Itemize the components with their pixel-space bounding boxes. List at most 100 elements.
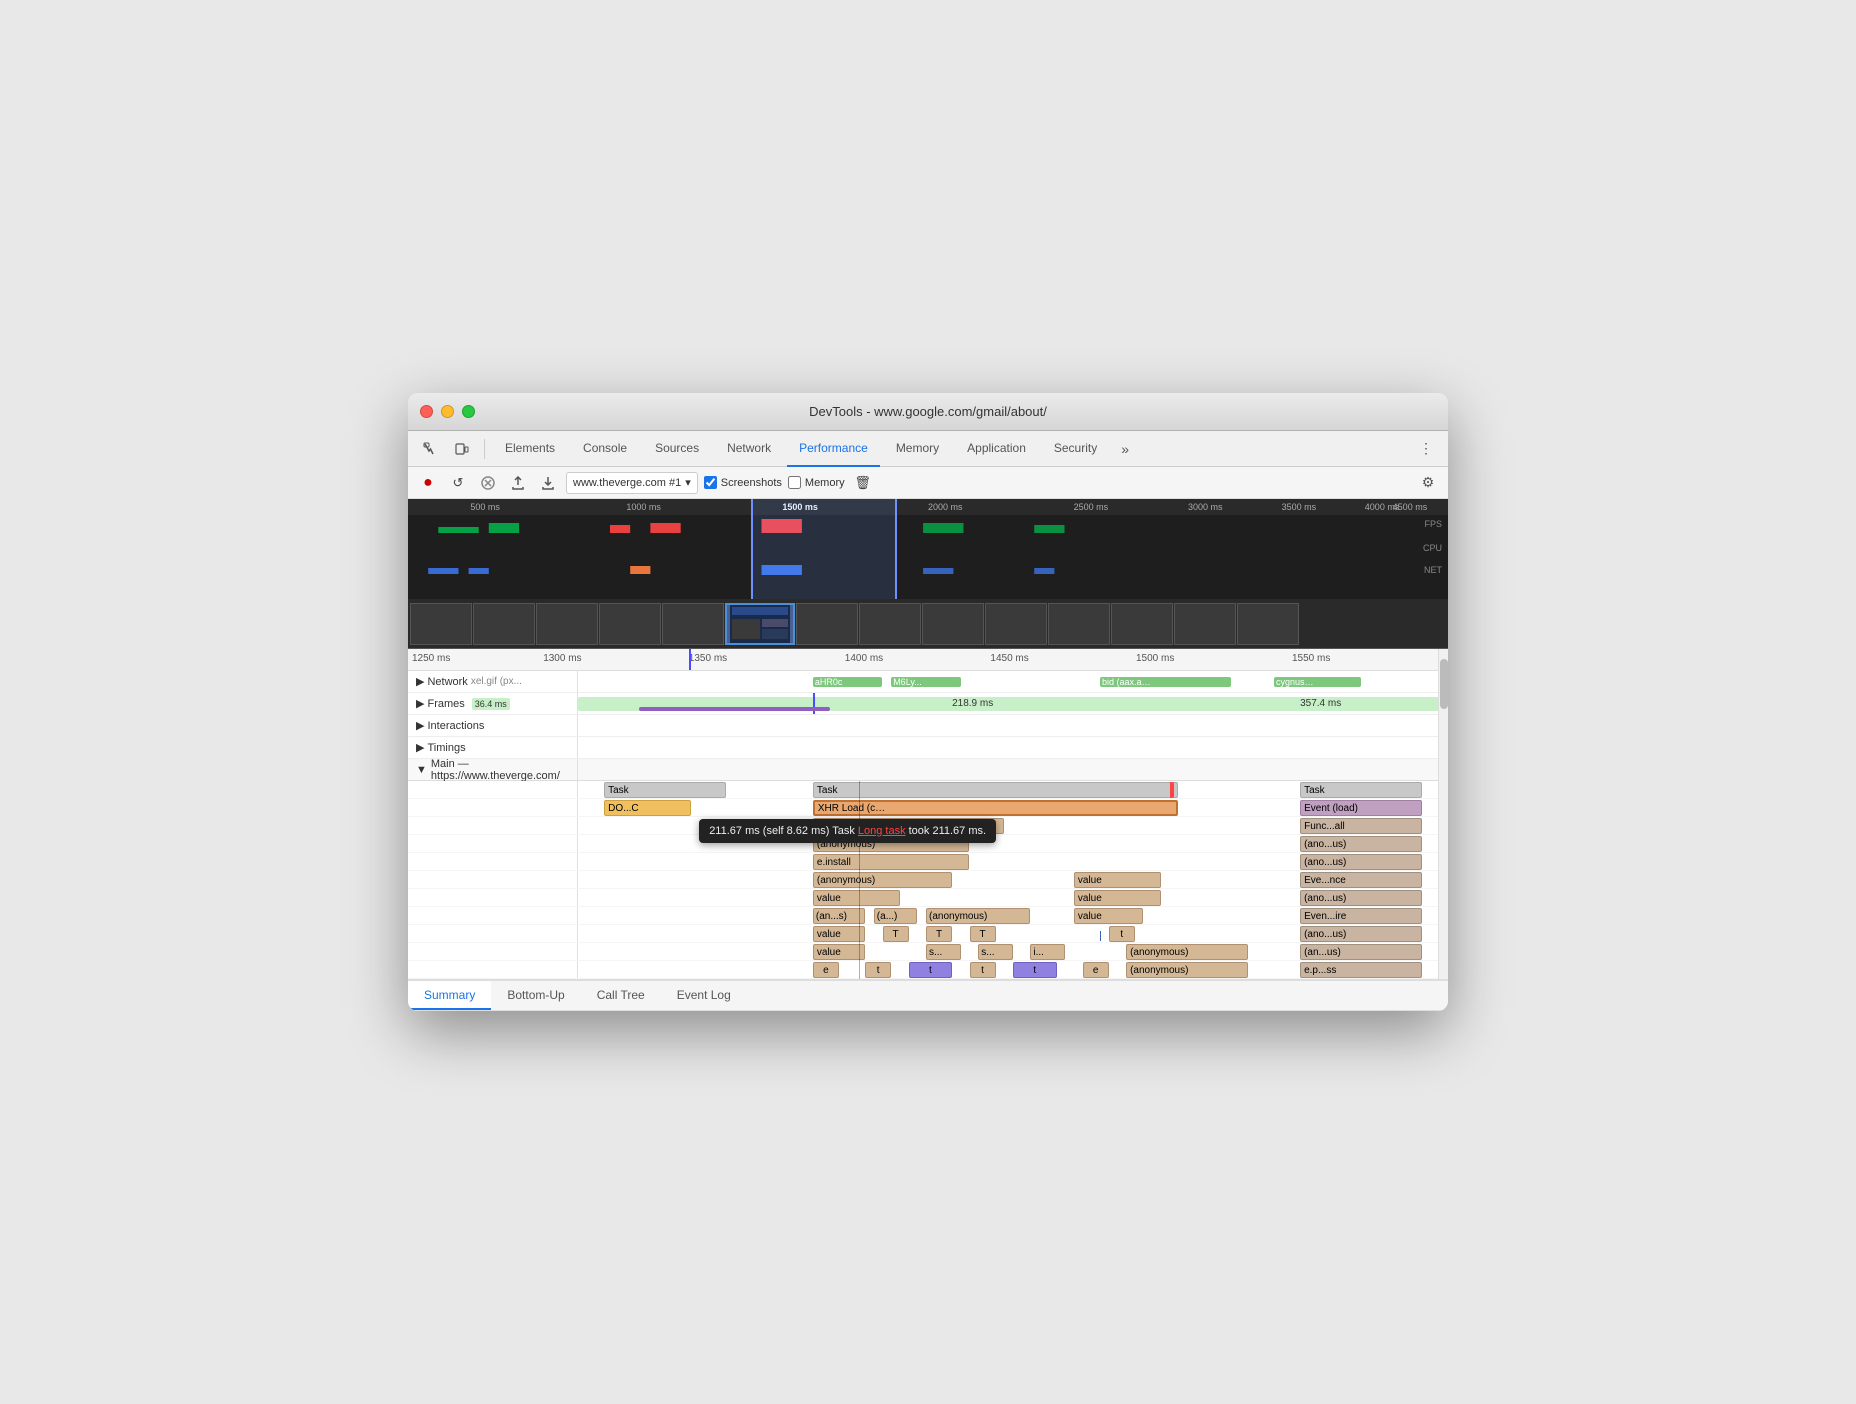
frames-expand-icon[interactable]: ▶	[416, 697, 424, 710]
tab-memory[interactable]: Memory	[884, 431, 951, 467]
flame-event-load[interactable]: Event (load)	[1300, 800, 1422, 816]
flame-value-7a[interactable]: value	[813, 890, 900, 906]
clear-button[interactable]	[476, 471, 500, 495]
tab-event-log[interactable]: Event Log	[661, 981, 747, 1010]
devtools-menu-button[interactable]: ⋮	[1412, 435, 1440, 463]
flame-value-9[interactable]: value	[813, 926, 865, 942]
flame-T-9a[interactable]: T	[883, 926, 909, 942]
screenshot-thumb[interactable]	[662, 603, 724, 645]
screenshot-thumb[interactable]	[922, 603, 984, 645]
tab-summary[interactable]: Summary	[408, 981, 491, 1010]
tab-elements[interactable]: Elements	[493, 431, 567, 467]
flame-epss[interactable]: e.p...ss	[1300, 962, 1422, 978]
maximize-button[interactable]	[462, 405, 475, 418]
screenshot-thumb-highlighted[interactable]	[725, 603, 795, 645]
flame-einstall[interactable]: e.install	[813, 854, 970, 870]
screenshot-thumb[interactable]	[859, 603, 921, 645]
flame-doc[interactable]: DO...C	[604, 800, 691, 816]
settings-button[interactable]: ⚙	[1416, 471, 1440, 495]
screenshot-thumb[interactable]	[796, 603, 858, 645]
network-entry-bid[interactable]: bid (aax.a…	[1100, 677, 1231, 687]
network-entry-cygnus[interactable]: cygnus…	[1274, 677, 1361, 687]
tab-console[interactable]: Console	[571, 431, 639, 467]
flame-s-10b[interactable]: s...	[978, 944, 1013, 960]
flame-e-11b[interactable]: e	[1083, 962, 1109, 978]
reload-record-button[interactable]: ↺	[446, 471, 470, 495]
tooltip-long-task[interactable]: Long task	[858, 825, 906, 837]
main-expand-icon[interactable]: ▼	[416, 764, 427, 776]
interactions-row-content	[578, 715, 1448, 736]
flame-xhr-load[interactable]: XHR Load (c…	[813, 800, 1178, 816]
screenshot-thumb[interactable]	[599, 603, 661, 645]
delete-recording-button[interactable]: 🗑	[851, 471, 875, 495]
profile-selector[interactable]: www.theverge.com #1 ▾	[566, 472, 698, 494]
tab-application[interactable]: Application	[955, 431, 1038, 467]
tab-security[interactable]: Security	[1042, 431, 1109, 467]
flame-t-9[interactable]: t	[1109, 926, 1135, 942]
timings-expand-icon[interactable]: ▶	[416, 741, 424, 754]
network-entry-M6Ly[interactable]: M6Ly...	[891, 677, 961, 687]
flame-evenire[interactable]: Even...ire	[1300, 908, 1422, 924]
flame-ano-us-5[interactable]: (ano...us)	[1300, 854, 1422, 870]
memory-label: Memory	[805, 477, 845, 489]
flame-ano-us-7[interactable]: (ano...us)	[1300, 890, 1422, 906]
vertical-scrollbar[interactable]	[1438, 649, 1448, 979]
flame-anonymous-10[interactable]: (anonymous)	[1126, 944, 1248, 960]
device-toggle-icon[interactable]	[448, 435, 476, 463]
flame-a-8[interactable]: (a...)	[874, 908, 918, 924]
flame-anonymous-11[interactable]: (anonymous)	[1126, 962, 1248, 978]
flame-ans-8[interactable]: (an...s)	[813, 908, 865, 924]
interactions-expand-icon[interactable]: ▶	[416, 719, 424, 732]
screenshots-checkbox[interactable]: Screenshots	[704, 476, 782, 489]
flame-t-11b[interactable]: t	[970, 962, 996, 978]
inspect-icon[interactable]	[416, 435, 444, 463]
flame-e-11a[interactable]: e	[813, 962, 839, 978]
tooltip-suffix: took 211.67 ms.	[909, 825, 986, 837]
screenshot-thumb[interactable]	[985, 603, 1047, 645]
flame-t-colored-11b[interactable]: t	[1013, 962, 1057, 978]
tab-bottom-up[interactable]: Bottom-Up	[491, 981, 580, 1010]
screenshot-thumb[interactable]	[1174, 603, 1236, 645]
flame-task-1a[interactable]: Task	[604, 782, 726, 798]
network-expand-icon[interactable]: ▶	[416, 675, 424, 688]
minimize-button[interactable]	[441, 405, 454, 418]
flame-func-all[interactable]: Func...all	[1300, 818, 1422, 834]
flame-value-10[interactable]: value	[813, 944, 865, 960]
record-button[interactable]: ●	[416, 471, 440, 495]
screenshot-thumb[interactable]	[1048, 603, 1110, 645]
flame-ano-us-9[interactable]: (ano...us)	[1300, 926, 1422, 942]
tab-performance[interactable]: Performance	[787, 431, 880, 467]
flame-value-7b[interactable]: value	[1074, 890, 1161, 906]
tab-call-tree[interactable]: Call Tree	[581, 981, 661, 1010]
flame-task-1b[interactable]: Task	[813, 782, 1178, 798]
flame-anus-10[interactable]: (an...us)	[1300, 944, 1422, 960]
flame-i-10[interactable]: i...	[1030, 944, 1065, 960]
tab-sources[interactable]: Sources	[643, 431, 711, 467]
screenshot-thumb[interactable]	[410, 603, 472, 645]
flame-T-9b[interactable]: T	[926, 926, 952, 942]
more-tabs-button[interactable]: »	[1113, 431, 1137, 467]
flame-task-1c[interactable]: Task	[1300, 782, 1422, 798]
flame-evence[interactable]: Eve...nce	[1300, 872, 1422, 888]
flame-ano-us-4[interactable]: (ano...us)	[1300, 836, 1422, 852]
flame-s-10a[interactable]: s...	[926, 944, 961, 960]
upload-profile-button[interactable]	[506, 471, 530, 495]
flame-anonymous-8[interactable]: (anonymous)	[926, 908, 1030, 924]
flamechart-content-11: e t t t t e (anonymous) e.p...ss	[578, 961, 1448, 978]
flame-value-6[interactable]: value	[1074, 872, 1161, 888]
download-profile-button[interactable]	[536, 471, 560, 495]
screenshot-thumb[interactable]	[473, 603, 535, 645]
screenshot-thumb[interactable]	[1111, 603, 1173, 645]
flame-t-11a[interactable]: t	[865, 962, 891, 978]
screenshot-thumb[interactable]	[1237, 603, 1299, 645]
flame-T-9c[interactable]: T	[970, 926, 996, 942]
flame-t-colored-11a[interactable]: t	[909, 962, 953, 978]
screenshot-thumb[interactable]	[536, 603, 598, 645]
close-button[interactable]	[420, 405, 433, 418]
tab-network[interactable]: Network	[715, 431, 783, 467]
flame-value-8[interactable]: value	[1074, 908, 1144, 924]
network-entry-aHR0c[interactable]: aHR0c	[813, 677, 883, 687]
flame-anonymous-6[interactable]: (anonymous)	[813, 872, 952, 888]
memory-checkbox[interactable]: Memory	[788, 476, 845, 489]
scrollbar-thumb[interactable]	[1440, 659, 1448, 709]
